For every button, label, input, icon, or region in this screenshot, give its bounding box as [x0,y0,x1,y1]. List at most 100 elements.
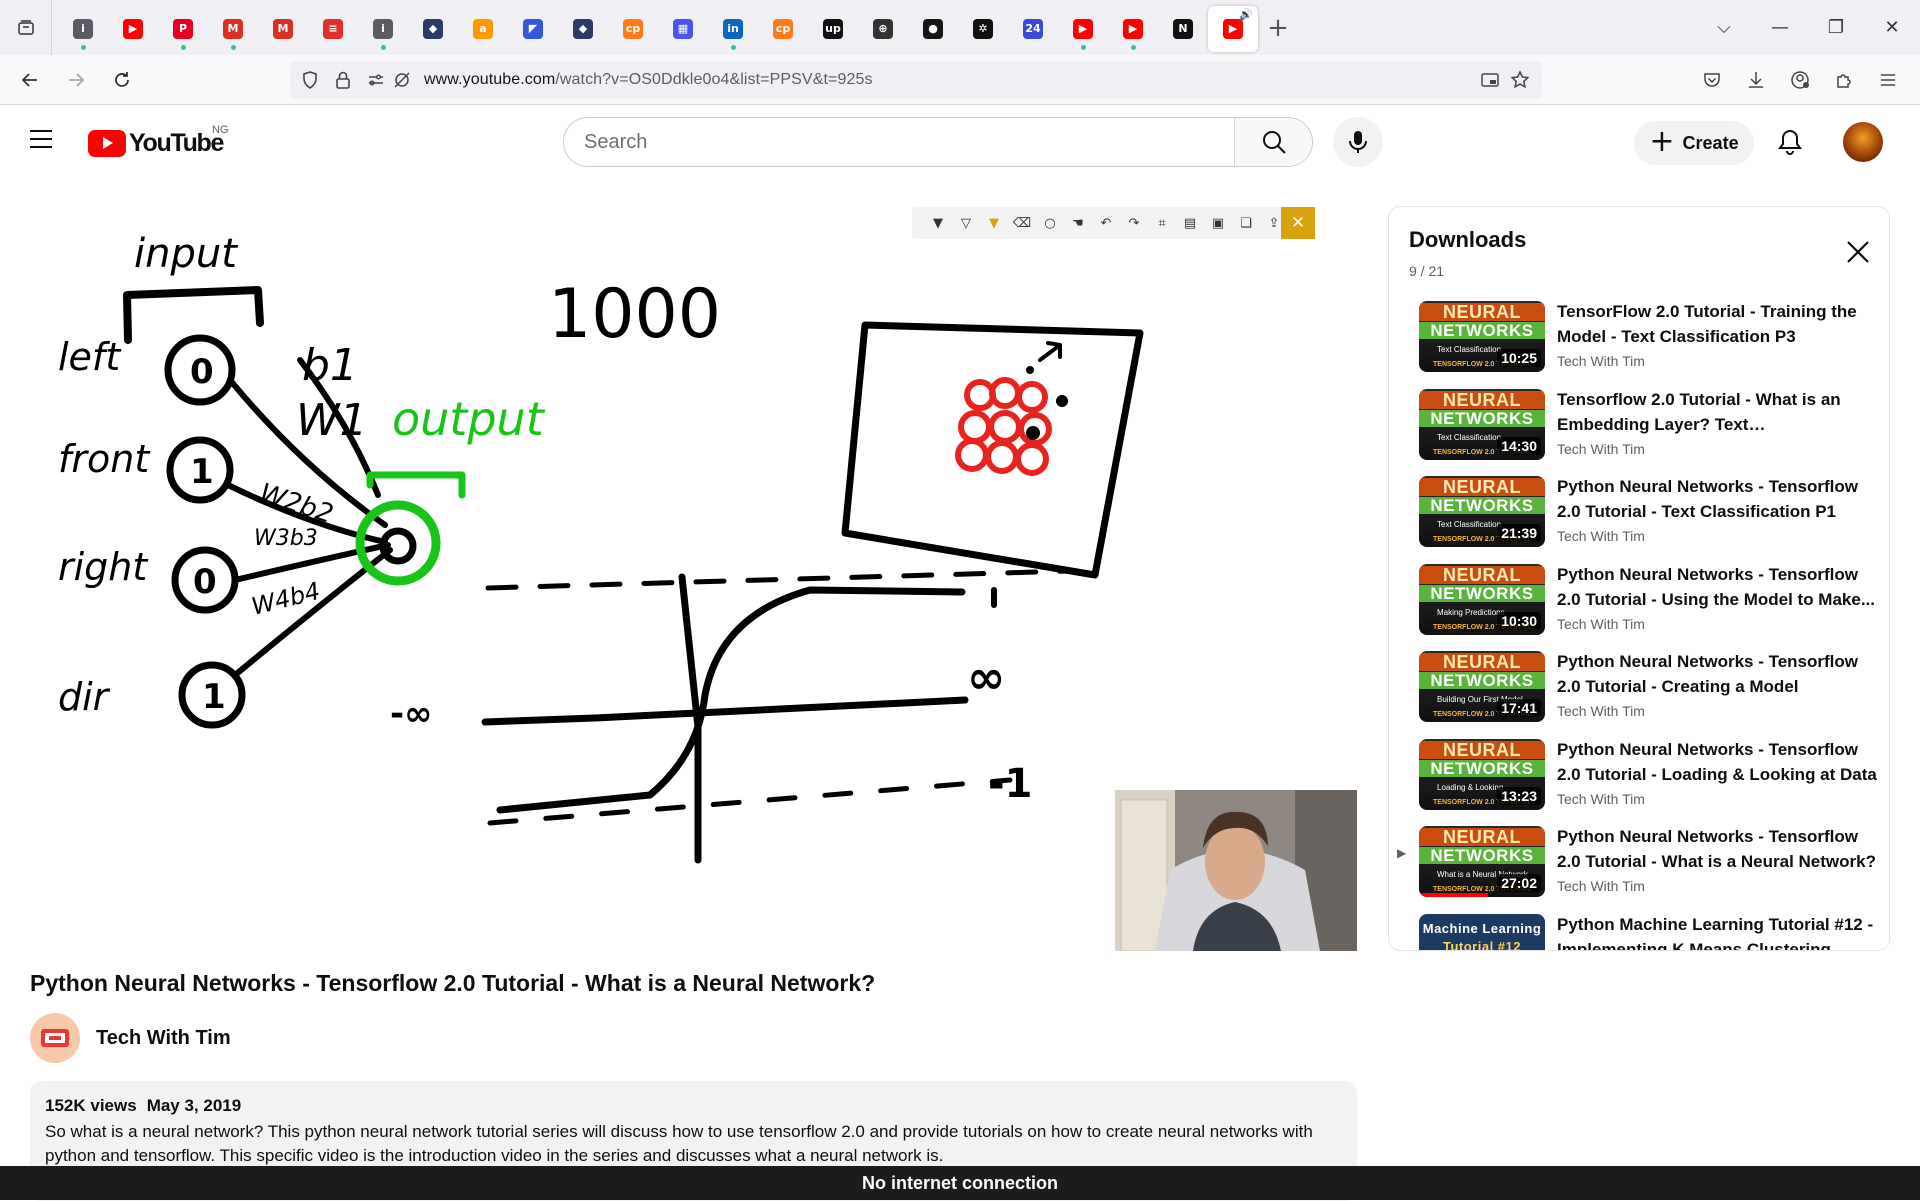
video-thumbnail[interactable]: NEURAL NETWORKS Making Predictions TENSORFL… [1419,563,1545,635]
browser-tab[interactable]: i [58,6,108,52]
playlist-item-channel[interactable]: Tech With Tim [1557,791,1877,807]
shape-icon[interactable]: ○ [1036,211,1064,235]
lock-icon[interactable] [334,70,352,90]
playlist-item[interactable]: NEURAL NETWORKS Text Classification TENSORF… [1389,295,1889,383]
search-button[interactable] [1234,118,1312,166]
browser-tab[interactable]: a [458,6,508,52]
browser-tab[interactable]: N [1158,6,1208,52]
browser-tab[interactable]: ◆ [408,6,458,52]
shield-icon[interactable] [300,70,320,90]
browser-tab[interactable]: ▶ 🔊 [1208,5,1258,52]
list-all-tabs-icon[interactable]: ⌵ [1696,0,1752,55]
crop-icon[interactable]: ⌗ [1148,211,1176,235]
video-thumbnail[interactable]: NEURAL NETWORKS Text Classification TENSORF… [1419,388,1545,460]
playlist-item-title[interactable]: Python Neural Networks - Tensorflow 2.0 … [1557,474,1877,524]
new-tab-button[interactable]: + [1258,8,1298,48]
browser-tab[interactable]: ◤ [508,6,558,52]
annotation-close-button[interactable]: ✕ [1281,207,1315,239]
playlist-item-channel[interactable]: Tech With Tim [1557,528,1877,544]
close-window-button[interactable]: ✕ [1864,0,1920,55]
address-bar[interactable]: www.youtube.com/watch?v=OS0Ddkle0o4&list… [290,61,1542,99]
bookmark-star-icon[interactable] [1510,70,1530,90]
browser-tab[interactable]: cp [608,6,658,52]
minimize-button[interactable]: — [1752,0,1808,55]
playlist-item-channel[interactable]: Tech With Tim [1557,353,1877,369]
video-thumbnail[interactable]: NEURAL NETWORKS Loading & Looking TENSORFLO… [1419,738,1545,810]
playlist-item[interactable]: Machine Learning Tutorial #12 Python Machi… [1389,908,1889,951]
picture-in-picture-icon[interactable] [1480,70,1500,90]
browser-tab[interactable]: ⊕ [858,6,908,52]
copy-icon[interactable]: ❏ [1232,211,1260,235]
playlist-item[interactable]: NEURAL NETWORKS Text Classification TENSORF… [1389,383,1889,471]
playlist-item-title[interactable]: TensorFlow 2.0 Tutorial - Training the M… [1557,299,1877,349]
playlist-item-channel[interactable]: Tech With Tim [1557,616,1877,632]
browser-tab[interactable]: 24 [1008,6,1058,52]
highlighter-icon[interactable]: ▼ [980,211,1008,235]
playlist-item-channel[interactable]: Tech With Tim [1557,703,1877,719]
video-thumbnail[interactable]: NEURAL NETWORKS Building Our First Model TE… [1419,651,1545,722]
browser-tab[interactable]: ▦ [658,6,708,52]
undo-icon[interactable]: ↶ [1092,211,1120,235]
notifications-button[interactable] [1770,122,1810,162]
user-avatar[interactable] [1843,122,1883,162]
playlist-item-channel[interactable]: Tech With Tim [1557,441,1877,457]
tracking-protection-icon[interactable] [392,70,412,90]
back-button[interactable] [10,60,50,100]
channel-name[interactable]: Tech With Tim [96,1027,231,1050]
browser-tab[interactable]: P [158,6,208,52]
search-input[interactable]: Search [564,118,1234,166]
playlist-title[interactable]: Downloads [1409,227,1889,253]
playlist-item-title[interactable]: Python Neural Networks - Tensorflow 2.0 … [1557,562,1877,612]
playlist-item[interactable]: NEURAL NETWORKS Making Predictions TENSORFL… [1389,558,1889,646]
youtube-logo[interactable]: YouTube NG [88,124,229,158]
video-player[interactable]: input 1000 left front right dir 0 1 0 1 … [30,195,1357,951]
trash-icon[interactable]: ▤ [1176,211,1204,235]
url-text[interactable]: www.youtube.com/watch?v=OS0Ddkle0o4&list… [424,71,873,89]
video-thumbnail[interactable]: Machine Learning Tutorial #12 [1419,913,1545,950]
browser-tab[interactable]: ✲ [958,6,1008,52]
playlist-item-title[interactable]: Python Neural Networks - Tensorflow 2.0 … [1557,824,1877,874]
permissions-icon[interactable] [366,70,386,90]
browser-tab[interactable]: M [208,6,258,52]
playlist-item-title[interactable]: Python Machine Learning Tutorial #12 - I… [1557,912,1877,951]
reload-button[interactable] [102,60,142,100]
playlist-item-title[interactable]: Tensorflow 2.0 Tutorial - What is an Emb… [1557,387,1877,437]
tab-list-button[interactable] [0,0,52,55]
marker-icon[interactable]: ▽ [952,211,980,235]
video-thumbnail[interactable]: NEURAL NETWORKS Text Classification TENSORF… [1419,476,1545,547]
browser-tab[interactable]: ▶ [1108,6,1158,52]
create-button[interactable]: + Create [1634,121,1754,165]
playlist-item[interactable]: NEURAL NETWORKS Text Classification TENSORF… [1389,470,1889,558]
voice-search-button[interactable] [1333,117,1383,167]
pen-icon[interactable]: ▼ [924,211,952,235]
browser-tab[interactable]: ≡ [308,6,358,52]
browser-tab[interactable]: ● [908,6,958,52]
browser-tab[interactable]: cp [758,6,808,52]
browser-tab[interactable]: ▶ [1058,6,1108,52]
video-thumbnail[interactable]: NEURAL NETWORKS Text Classification TENSORF… [1419,301,1545,372]
save-icon[interactable]: ▣ [1204,211,1232,235]
downloads-icon[interactable] [1734,60,1778,100]
browser-tab[interactable]: i [358,6,408,52]
eraser-icon[interactable]: ⌫ [1008,211,1036,235]
pocket-icon[interactable] [1690,60,1734,100]
playlist-item[interactable]: ▶ NEURAL NETWORKS What is a Neural Network T… [1389,820,1889,908]
playlist-item[interactable]: NEURAL NETWORKS Loading & Looking TENSORFLO… [1389,733,1889,821]
hand-icon[interactable]: ☚ [1064,211,1092,235]
restore-button[interactable]: ❐ [1808,0,1864,55]
speaker-icon[interactable]: 🔊 [1239,8,1253,21]
browser-tab[interactable]: ▶ [108,6,158,52]
video-thumbnail[interactable]: NEURAL NETWORKS What is a Neural Network TE… [1419,826,1545,897]
playlist-close-button[interactable] [1843,237,1873,267]
account-icon[interactable] [1778,60,1822,100]
browser-tab[interactable]: up [808,6,858,52]
browser-tab[interactable]: ◆ [558,6,608,52]
search-box[interactable]: Search [563,117,1313,167]
playlist-item-title[interactable]: Python Neural Networks - Tensorflow 2.0 … [1557,737,1877,787]
menu-icon[interactable] [1866,60,1910,100]
extensions-icon[interactable] [1822,60,1866,100]
forward-button[interactable] [56,60,96,100]
playlist-item-channel[interactable]: Tech With Tim [1557,878,1877,894]
browser-tab[interactable]: M [258,6,308,52]
channel-avatar[interactable] [30,1013,80,1063]
